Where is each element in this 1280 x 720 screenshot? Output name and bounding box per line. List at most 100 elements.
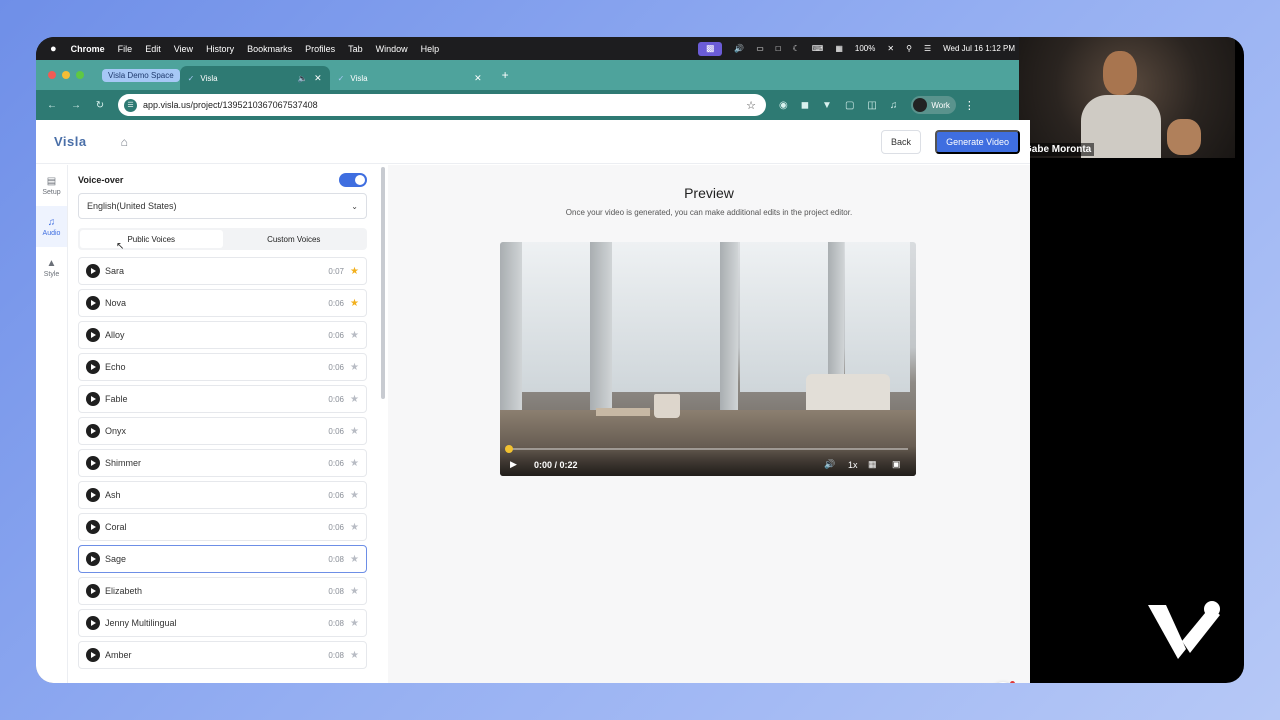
tab-group-chip[interactable]: Visla Demo Space [102, 68, 180, 82]
control-center-icon[interactable]: ☰ [924, 44, 931, 53]
favorite-star-icon[interactable]: ★ [350, 586, 359, 597]
media-control-icon[interactable]: ♫ [890, 100, 898, 111]
profile-chip[interactable]: Work [911, 96, 956, 114]
tab-close-icon[interactable]: ✕ [474, 73, 482, 84]
tab-audio-icon[interactable]: 🔈 [298, 74, 308, 83]
new-tab-icon[interactable]: + [502, 68, 509, 82]
menu-tab[interactable]: Tab [348, 44, 363, 54]
voice-item-onyx[interactable]: Onyx 0:06 ★ [78, 417, 367, 445]
play-voice-icon[interactable] [86, 552, 100, 566]
app-icon[interactable]: ▦ [835, 44, 843, 53]
browser-menu-icon[interactable]: ⋮ [964, 99, 975, 112]
fullscreen-icon[interactable]: ▣ [892, 459, 901, 470]
play-voice-icon[interactable] [86, 360, 100, 374]
favorite-star-icon[interactable]: ★ [350, 490, 359, 501]
reload-icon[interactable]: ↻ [88, 100, 112, 111]
play-voice-icon[interactable] [86, 456, 100, 470]
captions-icon[interactable]: ▦ [868, 459, 877, 470]
home-icon[interactable]: ⌂ [121, 135, 128, 149]
search-icon[interactable]: ⚲ [906, 44, 912, 53]
playback-speed[interactable]: 1x [848, 460, 858, 470]
keyboard-icon[interactable]: ⌨ [812, 44, 824, 53]
favorite-star-icon[interactable]: ★ [350, 650, 359, 661]
menu-file[interactable]: File [118, 44, 133, 54]
window-icon[interactable]: □ [776, 44, 781, 53]
menu-profiles[interactable]: Profiles [305, 44, 335, 54]
favorite-star-icon[interactable]: ★ [350, 426, 359, 437]
favorite-star-icon[interactable]: ★ [350, 266, 359, 277]
voice-item-amber[interactable]: Amber 0:08 ★ [78, 641, 367, 669]
video-progress-bar[interactable] [505, 445, 908, 453]
volume-icon[interactable]: 🔊 [824, 459, 835, 470]
voice-item-elizabeth[interactable]: Elizabeth 0:08 ★ [78, 577, 367, 605]
favorite-star-icon[interactable]: ★ [350, 362, 359, 373]
voice-item-sage[interactable]: Sage 0:08 ★ [78, 545, 367, 573]
voice-item-alloy[interactable]: Alloy 0:06 ★ [78, 321, 367, 349]
play-voice-icon[interactable] [86, 616, 100, 630]
apple-icon[interactable]: ● [50, 43, 57, 55]
play-voice-icon[interactable] [86, 520, 100, 534]
maximize-window-icon[interactable] [76, 71, 84, 79]
tab-visla-active[interactable]: ✓ Visla 🔈 ✕ [179, 66, 330, 90]
voice-item-coral[interactable]: Coral 0:06 ★ [78, 513, 367, 541]
forward-arrow-icon[interactable]: → [64, 100, 88, 111]
tab-custom-voices[interactable]: Custom Voices [223, 230, 366, 248]
language-select[interactable]: English(United States) ⌄ [78, 193, 367, 219]
voice-item-nova[interactable]: Nova 0:06 ★ [78, 289, 367, 317]
favorite-star-icon[interactable]: ★ [350, 330, 359, 341]
wifi-off-icon[interactable]: ✕ [887, 44, 894, 53]
play-icon[interactable]: ▶ [510, 459, 517, 470]
voice-item-ash[interactable]: Ash 0:06 ★ [78, 481, 367, 509]
play-voice-icon[interactable] [86, 392, 100, 406]
voiceover-toggle[interactable] [339, 173, 367, 187]
moon-icon[interactable]: ☾ [793, 44, 800, 53]
play-voice-icon[interactable] [86, 488, 100, 502]
address-bar[interactable]: ☰ app.visla.us/project/13952103670675374… [118, 94, 766, 116]
sidebar-item-audio[interactable]: ♫ Audio [36, 206, 67, 247]
site-info-icon[interactable]: ☰ [124, 98, 137, 112]
tab-visla[interactable]: ✓ Visla ✕ [330, 66, 490, 90]
menu-history[interactable]: History [206, 44, 234, 54]
volume-icon[interactable]: 🔊 [734, 44, 744, 53]
play-voice-icon[interactable] [86, 328, 100, 342]
progress-knob[interactable] [505, 445, 513, 453]
play-voice-icon[interactable] [86, 424, 100, 438]
voice-item-shimmer[interactable]: Shimmer 0:06 ★ [78, 449, 367, 477]
voice-item-jenny-multilingual[interactable]: Jenny Multilingual 0:08 ★ [78, 609, 367, 637]
zoom-extension-icon[interactable]: ◉ [779, 100, 788, 111]
minimize-window-icon[interactable] [62, 71, 70, 79]
bookmark-star-icon[interactable]: ☆ [746, 99, 756, 112]
favorite-star-icon[interactable]: ★ [350, 458, 359, 469]
screen-share-icon[interactable]: ▩ [698, 41, 723, 56]
video-player[interactable]: ▶ 0:00 / 0:22 🔊 1x ▦ ▣ [500, 242, 916, 476]
back-button[interactable]: Back [880, 130, 921, 154]
back-arrow-icon[interactable]: ← [40, 100, 64, 111]
close-window-icon[interactable] [48, 71, 56, 79]
menu-bookmarks[interactable]: Bookmarks [247, 44, 292, 54]
menu-help[interactable]: Help [421, 44, 440, 54]
menu-edit[interactable]: Edit [145, 44, 161, 54]
menu-window[interactable]: Window [376, 44, 408, 54]
vimeo-extension-icon[interactable]: ▼ [822, 100, 832, 111]
puzzle-icon[interactable]: ▢ [845, 100, 854, 111]
voice-item-fable[interactable]: Fable 0:06 ★ [78, 385, 367, 413]
voice-item-sara[interactable]: Sara 0:07 ★ [78, 257, 367, 285]
menubar-clock[interactable]: Wed Jul 16 1:12 PM [943, 44, 1015, 53]
favorite-star-icon[interactable]: ★ [350, 298, 359, 309]
generate-video-button[interactable]: Generate Video [935, 130, 1020, 154]
favorite-star-icon[interactable]: ★ [350, 522, 359, 533]
tab-close-icon[interactable]: ✕ [314, 73, 322, 84]
voice-item-echo[interactable]: Echo 0:06 ★ [78, 353, 367, 381]
favorite-star-icon[interactable]: ★ [350, 394, 359, 405]
visla-logo[interactable]: Visla [54, 134, 87, 149]
favorite-star-icon[interactable]: ★ [350, 554, 359, 565]
tab-public-voices[interactable]: Public Voices [80, 230, 223, 248]
play-voice-icon[interactable] [86, 648, 100, 662]
panel-scrollbar[interactable] [381, 167, 385, 399]
sidebar-item-style[interactable]: ▲ Style [36, 247, 67, 288]
play-voice-icon[interactable] [86, 296, 100, 310]
battery-status[interactable]: 100% [855, 44, 875, 53]
play-voice-icon[interactable] [86, 264, 100, 278]
play-voice-icon[interactable] [86, 584, 100, 598]
sidepanel-icon[interactable]: ◫ [867, 100, 876, 111]
